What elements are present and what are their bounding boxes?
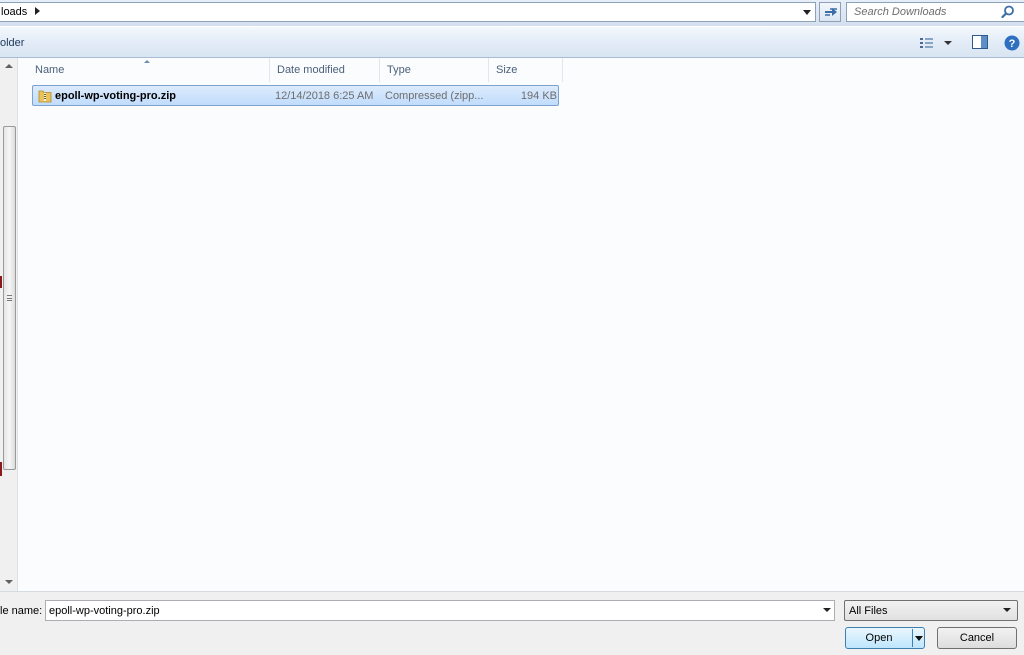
navigation-pane-scrollbar[interactable] <box>0 58 18 591</box>
address-bar: loads <box>0 0 1024 26</box>
scrollbar-grip-icon <box>7 295 12 301</box>
file-name-combobox[interactable] <box>45 600 835 621</box>
scroll-down-arrow-icon[interactable] <box>5 580 13 584</box>
column-header-date-modified[interactable]: Date modified <box>270 58 380 82</box>
address-history-dropdown[interactable] <box>799 3 815 21</box>
address-field[interactable]: loads <box>0 2 816 22</box>
new-folder-button[interactable]: older <box>0 37 24 49</box>
column-header-size[interactable]: Size <box>489 58 563 82</box>
file-date-modified: 12/14/2018 6:25 AM <box>275 90 374 102</box>
file-name-label: le name: <box>0 605 43 617</box>
command-toolbar: older ? <box>0 26 1024 58</box>
search-box[interactable] <box>846 2 1024 22</box>
dialog-footer: le name: All Files Open Cancel <box>0 591 1024 655</box>
cancel-button[interactable]: Cancel <box>937 627 1017 649</box>
window-edge-mark <box>0 462 2 476</box>
file-list-pane: Name Date modified Type Size epoll-wp-vo… <box>0 58 1024 591</box>
refresh-icon <box>825 8 837 16</box>
open-split-button: Open <box>845 627 925 649</box>
window-edge-mark <box>0 276 2 288</box>
change-view-icon[interactable] <box>920 37 938 49</box>
open-button[interactable]: Open <box>846 628 912 648</box>
sort-ascending-icon <box>144 60 150 63</box>
breadcrumb-chevron-icon[interactable] <box>35 7 40 15</box>
scrollbar-thumb[interactable] <box>3 126 16 470</box>
file-name-chevron-down-icon[interactable] <box>823 608 831 612</box>
column-header-name[interactable]: Name <box>28 58 270 82</box>
view-options-chevron-down-icon[interactable] <box>944 41 952 45</box>
zip-folder-icon <box>38 90 52 103</box>
search-input[interactable] <box>847 3 997 21</box>
column-header-type[interactable]: Type <box>380 58 489 82</box>
file-type: Compressed (zipp... <box>385 90 484 102</box>
scroll-up-arrow-icon[interactable] <box>5 64 13 68</box>
search-icon[interactable] <box>1001 5 1015 19</box>
help-icon[interactable]: ? <box>1004 35 1020 51</box>
breadcrumb-downloads[interactable]: loads <box>1 6 27 18</box>
table-row[interactable]: epoll-wp-voting-pro.zip 12/14/2018 6:25 … <box>32 85 559 106</box>
file-name-input[interactable] <box>46 601 816 620</box>
file-type-filter-select[interactable]: All Files <box>844 600 1018 621</box>
column-headers: Name Date modified Type Size <box>28 58 564 82</box>
filter-chevron-down-icon <box>1003 608 1011 612</box>
file-type-filter-value: All Files <box>849 605 888 617</box>
refresh-button[interactable] <box>819 2 841 22</box>
file-name: epoll-wp-voting-pro.zip <box>55 90 176 102</box>
preview-pane-icon[interactable] <box>972 35 988 49</box>
svg-text:?: ? <box>1009 38 1016 50</box>
open-options-chevron-down-icon[interactable] <box>913 628 925 648</box>
file-size: 194 KB <box>520 90 557 102</box>
